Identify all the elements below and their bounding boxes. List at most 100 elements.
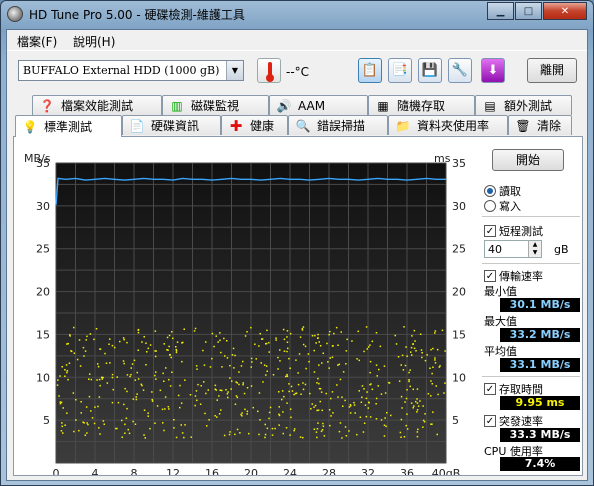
- start-button[interactable]: 開始: [492, 149, 564, 171]
- access-time-point: [408, 371, 410, 374]
- access-time-point: [278, 391, 280, 393]
- access-time-point: [206, 425, 208, 427]
- tab-label: 硬碟資訊: [151, 119, 200, 133]
- access-time-point: [59, 375, 61, 377]
- access-time-point: [444, 382, 446, 384]
- access-time-point: [365, 397, 368, 400]
- drive-select[interactable]: BUFFALO External HDD (1000 gB) ▼: [18, 60, 244, 81]
- access-time-point: [126, 341, 128, 344]
- access-time-point: [242, 383, 244, 386]
- short-test-checkbox[interactable]: ✓ 短程測試: [484, 223, 543, 239]
- read-radio[interactable]: 讀取: [484, 183, 521, 199]
- burst-rate-checkbox[interactable]: ✓ 突發速率: [484, 413, 543, 429]
- access-time-point: [432, 347, 434, 350]
- access-time-point: [73, 430, 75, 433]
- access-time-checkbox[interactable]: ✓ 存取時間: [484, 381, 543, 397]
- access-time-point: [289, 332, 292, 335]
- access-time-point: [117, 401, 120, 404]
- title-bar[interactable]: HD Tune Pro 5.00 - 硬碟檢測-維護工具 ▁ □ ✕: [1, 1, 593, 27]
- access-time-point: [268, 411, 271, 414]
- access-time-point: [299, 436, 302, 438]
- burst-rate-value: 33.3 MB/s: [500, 428, 580, 442]
- copy-screenshot-button[interactable]: 📑: [388, 58, 412, 83]
- access-time-point: [430, 423, 432, 425]
- access-time-point: [254, 343, 256, 345]
- access-time-point: [298, 353, 301, 355]
- download-button[interactable]: ⬇: [481, 58, 505, 83]
- clipboard-icon: 📑: [391, 63, 409, 78]
- tab-benchmark[interactable]: 💡 標準測試: [15, 115, 122, 137]
- access-time-point: [438, 366, 441, 368]
- tab-extra-tests[interactable]: ▤ 額外測試: [475, 95, 572, 115]
- radio-dot: [484, 185, 496, 197]
- access-time-point: [200, 385, 202, 387]
- access-time-point: [179, 406, 181, 409]
- access-time-point: [409, 369, 411, 371]
- access-time-point: [400, 395, 403, 398]
- write-radio[interactable]: 寫入: [484, 198, 521, 214]
- access-time-point: [268, 417, 270, 420]
- access-time-point: [228, 433, 231, 436]
- access-time-point: [383, 424, 386, 426]
- access-time-point: [137, 331, 140, 334]
- minimize-button[interactable]: ▁: [487, 2, 514, 20]
- tab-random-access[interactable]: ▦ 隨機存取: [368, 95, 475, 115]
- y-tick-label-right: 5: [452, 414, 459, 427]
- exit-button[interactable]: 離開: [527, 58, 577, 83]
- transfer-rate-checkbox[interactable]: ✓ 傳輸速率: [484, 268, 543, 284]
- save-screenshot-button[interactable]: 💾: [418, 58, 442, 83]
- access-time-point: [383, 365, 386, 367]
- access-time-point: [262, 381, 264, 383]
- stepper-arrows-icon[interactable]: ▲ ▼: [528, 241, 541, 257]
- tab-aam[interactable]: 🔊 AAM: [269, 95, 368, 115]
- app-window: HD Tune Pro 5.00 - 硬碟檢測-維護工具 ▁ □ ✕ 檔案(F)…: [0, 0, 594, 486]
- access-time-point: [424, 359, 427, 362]
- access-time-point: [265, 374, 267, 376]
- tab-file-benchmark[interactable]: ❓ 檔案效能測試: [32, 95, 162, 115]
- access-time-point: [155, 371, 157, 373]
- tab-info[interactable]: 📄 硬碟資訊: [122, 115, 221, 135]
- access-time-point: [170, 356, 172, 359]
- tab-error-scan[interactable]: 🔍 錯誤掃描: [288, 115, 388, 135]
- access-time-point: [221, 366, 223, 368]
- maximize-button[interactable]: □: [515, 2, 542, 20]
- x-tick-label: 24: [283, 467, 297, 475]
- access-time-point: [320, 391, 323, 393]
- access-time-point: [189, 394, 192, 396]
- access-time-point: [413, 329, 416, 332]
- access-time-point: [119, 340, 121, 343]
- short-test-size-stepper[interactable]: 40 ▲ ▼: [484, 240, 542, 258]
- options-button[interactable]: 🔧: [448, 58, 472, 83]
- menu-help[interactable]: 說明(H): [73, 33, 115, 50]
- access-time-point: [264, 433, 267, 436]
- tab-folder-usage[interactable]: 📁 資料夾使用率: [388, 115, 508, 135]
- menu-file[interactable]: 檔案(F): [17, 33, 57, 50]
- access-time-point: [315, 342, 317, 344]
- tab-disk-monitor[interactable]: ▥ 磁碟監視: [162, 95, 269, 115]
- access-time-point: [80, 412, 82, 414]
- access-time-point: [353, 404, 356, 406]
- access-time-point: [317, 337, 319, 339]
- folder-icon: 📁: [395, 118, 411, 133]
- max-label: 最大值: [484, 315, 517, 328]
- access-time-point: [141, 341, 143, 343]
- access-time-point: [85, 406, 88, 408]
- tab-erase[interactable]: 🗑 清除: [508, 115, 572, 135]
- avg-value: 33.1 MB/s: [500, 358, 580, 372]
- access-time-point: [205, 392, 207, 395]
- access-time-point: [299, 336, 302, 338]
- access-time-point: [169, 385, 172, 387]
- access-time-point: [278, 406, 280, 408]
- chevron-down-icon[interactable]: ▼: [226, 61, 243, 80]
- access-time-point: [318, 382, 320, 385]
- tab-health[interactable]: ✚ 健康: [221, 115, 288, 135]
- access-time-point: [219, 389, 221, 391]
- access-time-point: [246, 410, 249, 413]
- access-time-point: [218, 413, 221, 415]
- access-time-point: [375, 418, 378, 420]
- close-button[interactable]: ✕: [543, 2, 587, 20]
- access-time-point: [329, 424, 331, 427]
- access-time-point: [333, 332, 335, 335]
- copy-text-button[interactable]: 📋: [358, 58, 382, 83]
- access-time-point: [155, 350, 157, 352]
